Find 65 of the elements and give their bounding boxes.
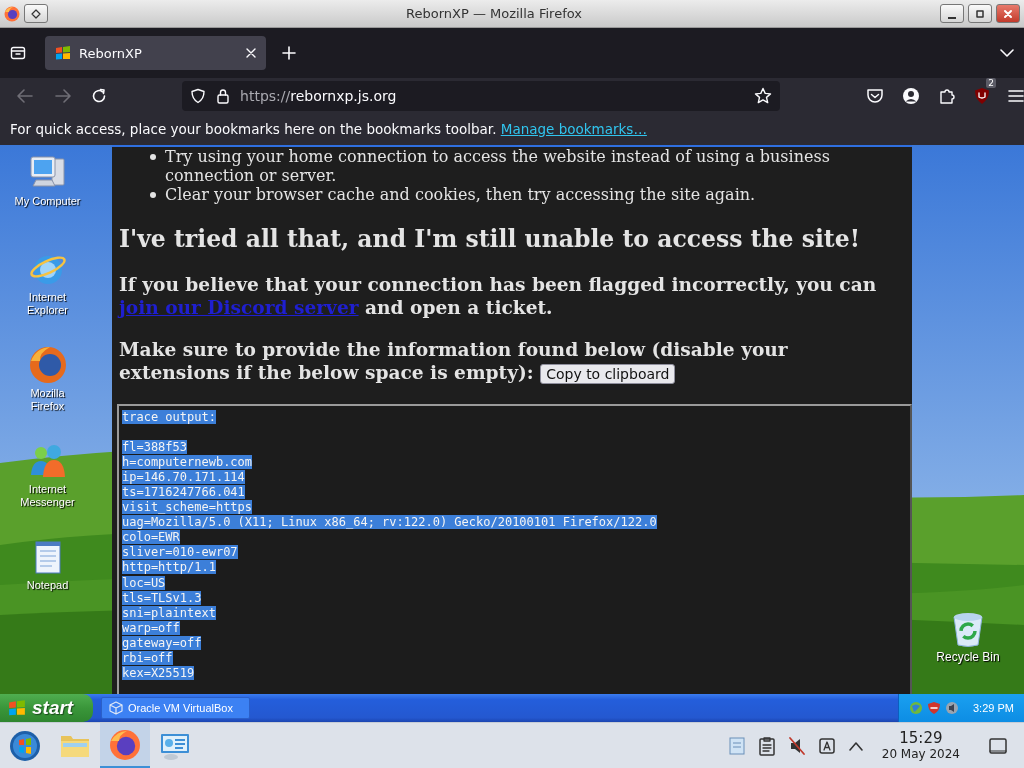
pocket-icon[interactable]: [866, 87, 884, 104]
copy-button[interactable]: Copy to clipboard: [540, 364, 676, 384]
diamond-icon: [31, 8, 41, 19]
close-icon[interactable]: [246, 48, 256, 58]
minimize-button[interactable]: [940, 4, 964, 23]
icon-label[interactable]: Mozilla Firefox: [12, 387, 83, 413]
icon-label[interactable]: Recycle Bin: [936, 651, 1000, 664]
reload-icon[interactable]: [91, 87, 108, 104]
windows-flag-icon: [55, 45, 71, 61]
forward-arrow-icon[interactable]: [53, 87, 72, 104]
back-arrow-icon[interactable]: [16, 87, 34, 104]
close-button[interactable]: [996, 4, 1020, 23]
trace-output-field[interactable]: trace output: fl=388f53 h=computernewb.com ip=146.70.171.114 ts=1716247766.041 visit_scheme=https uag=Mozilla/5.0 (X11; Linux x86_64; rv:122.0) Gecko/20100101 Firefox/122.0 colo=EWR sliver=010-ewr07 http=http/1.1 loc=US tls=TLSv1.3 sni=plaintext warp=off gateway=off rbi=off kex=X25519: [117, 404, 912, 694]
paragraph: If you believe that your connection has been flagged incorrectly, you can join our Discord server and open a ticket.: [119, 273, 878, 319]
notification-badge: 2: [986, 77, 996, 88]
menu-icon[interactable]: [1008, 88, 1024, 103]
instruction-text: extensions if the below space is empty):: [119, 362, 534, 383]
taskbar-button[interactable]: Oracle VM VirtualBox: [101, 697, 250, 719]
windows-flag-icon: [8, 699, 26, 717]
fire-globe-icon[interactable]: [27, 345, 68, 385]
start-menu-icon: [9, 729, 41, 762]
minimize-icon: [948, 16, 956, 19]
new-tab-icon[interactable]: [282, 46, 296, 60]
list-item-text: Try using your home connection to access the website instead of using a business connection or server.: [165, 147, 831, 185]
section-heading: I've tried all that, and I'm still unable to access the site!: [119, 224, 861, 254]
browser-tab[interactable]: RebornXP: [45, 36, 266, 70]
cube-icon: [109, 701, 123, 715]
chevron-up-icon[interactable]: [847, 739, 864, 752]
icon-label[interactable]: Internet Messenger: [12, 483, 83, 509]
tab-list-icon[interactable]: [10, 45, 26, 61]
keyboard-layout-icon[interactable]: [817, 735, 836, 756]
window-menu-button[interactable]: [24, 4, 48, 23]
shield-badge-icon[interactable]: [974, 86, 990, 105]
clock-text: 3:29 PM: [973, 702, 1014, 714]
taskbar-app-button[interactable]: [100, 723, 150, 768]
clock-time: 15:29: [899, 730, 943, 747]
maximize-icon: [975, 8, 985, 19]
address-bar[interactable]: https://rebornxp.js.org: [182, 80, 780, 111]
puzzle-icon[interactable]: [938, 86, 956, 105]
chevron-down-icon[interactable]: [1000, 48, 1014, 58]
shield-icon[interactable]: [190, 87, 207, 104]
star-icon[interactable]: [754, 86, 772, 105]
start-button[interactable]: start: [0, 694, 93, 722]
icon-label[interactable]: Notepad: [12, 579, 83, 592]
fire-globe-icon: [109, 728, 141, 761]
window-title: RebornXP — Mozilla Firefox: [405, 6, 583, 21]
speaker-icon[interactable]: [945, 701, 959, 715]
maximize-button[interactable]: [968, 4, 992, 23]
lock-icon[interactable]: [216, 87, 231, 104]
instruction-text: Make sure to provide the information found below (disable your: [119, 339, 788, 360]
url-text: https://rebornxp.js.org: [240, 87, 398, 104]
show-desktop-icon[interactable]: [988, 735, 1008, 756]
clock-date: 20 May 2024: [881, 747, 960, 761]
bullet-icon: [150, 154, 156, 160]
close-icon: [1003, 8, 1013, 19]
account-icon[interactable]: [902, 86, 920, 105]
icon-label[interactable]: Internet Explorer: [12, 291, 83, 317]
bullet-icon: [150, 192, 156, 198]
bookmarks-hint: For quick access, place your bookmarks here on the bookmarks toolbar. Manage bookmarks…: [10, 121, 647, 137]
manage-bookmarks-link[interactable]: Manage bookmarks…: [500, 121, 647, 137]
list-item-text: Clear your browser cache and cookies, then try accessing the site again.: [165, 185, 756, 204]
clipboard-icon[interactable]: [757, 735, 776, 756]
icon-label[interactable]: My Computer: [12, 195, 83, 208]
firefox-icon: [4, 5, 20, 22]
muted-speaker-icon[interactable]: [787, 735, 806, 756]
